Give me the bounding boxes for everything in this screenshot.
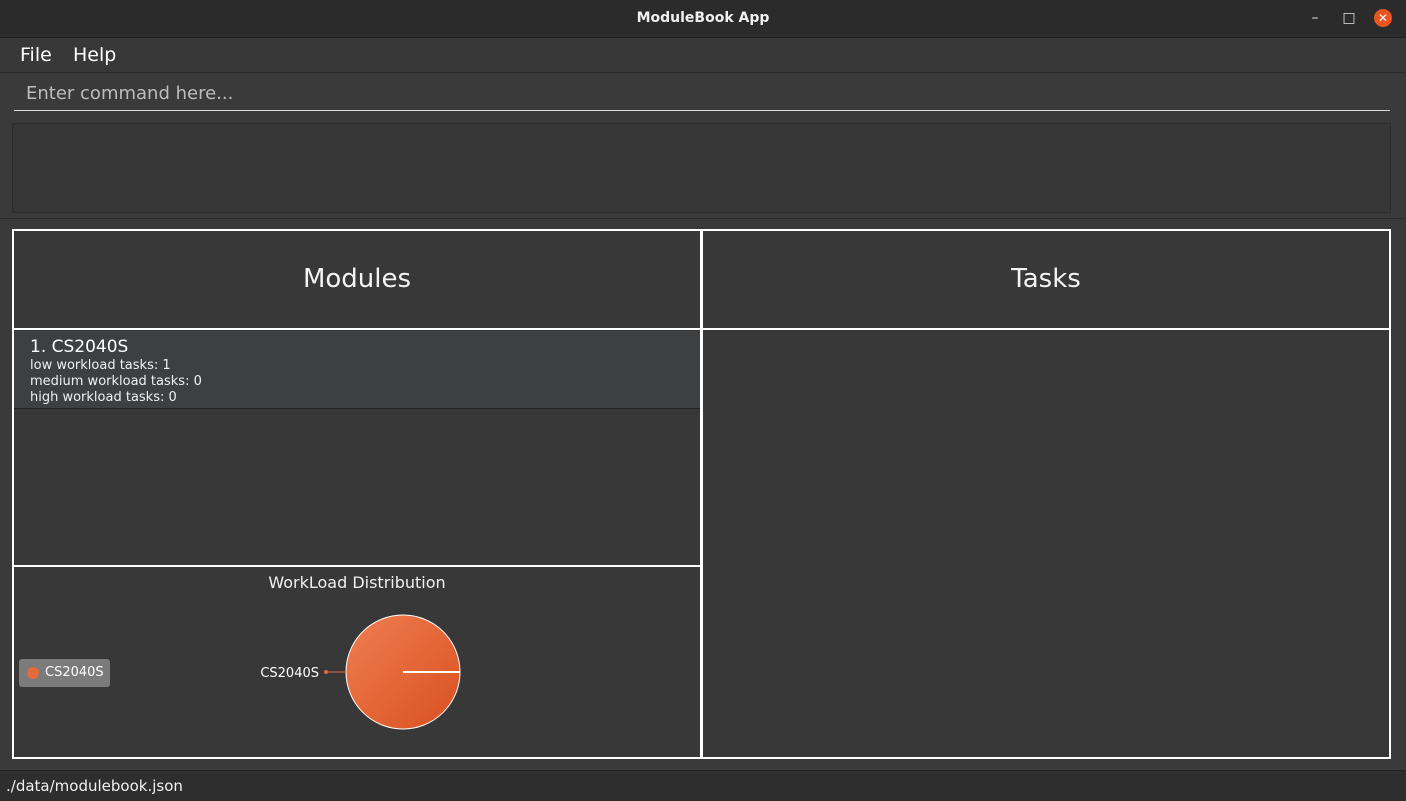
tasks-list-panel — [701, 328, 1391, 759]
pie-chart: CS2040S — [260, 614, 461, 730]
data-file-path: ./data/modulebook.json — [6, 777, 183, 795]
tasks-title: Tasks — [1011, 264, 1081, 294]
tasks-header-panel: Tasks — [701, 229, 1391, 330]
slice-label-dot — [324, 670, 328, 674]
legend-label: CS2040S — [45, 665, 104, 680]
modules-title: Modules — [302, 264, 412, 294]
menu-bar: File Help — [0, 38, 1406, 73]
modules-header-panel: Modules — [12, 229, 702, 330]
legend-swatch — [27, 667, 39, 679]
high-workload-count: high workload tasks: 0 — [30, 390, 177, 405]
command-input[interactable] — [14, 76, 1390, 110]
window-title: ModuleBook App — [636, 10, 770, 26]
menu-file[interactable]: File — [20, 38, 52, 72]
command-box — [14, 76, 1390, 111]
chart-title: WorkLoad Distribution — [268, 573, 446, 592]
chart-legend: CS2040S — [19, 659, 110, 687]
menu-help[interactable]: Help — [73, 38, 116, 72]
status-bar: ./data/modulebook.json — [0, 770, 1406, 801]
result-display — [12, 123, 1391, 213]
maximize-icon[interactable]: □ — [1340, 9, 1358, 27]
low-workload-count: low workload tasks: 1 — [30, 358, 171, 373]
section-divider — [0, 218, 1406, 219]
close-icon[interactable]: ✕ — [1374, 9, 1392, 27]
pie-slice-label: CS2040S — [260, 666, 319, 681]
medium-workload-count: medium workload tasks: 0 — [30, 374, 202, 389]
minimize-icon[interactable]: – — [1306, 9, 1324, 27]
title-bar: ModuleBook App – □ ✕ — [0, 0, 1406, 38]
module-code: 1. CS2040S — [30, 337, 129, 357]
module-card[interactable]: 1. CS2040S low workload tasks: 1 medium … — [14, 331, 700, 409]
